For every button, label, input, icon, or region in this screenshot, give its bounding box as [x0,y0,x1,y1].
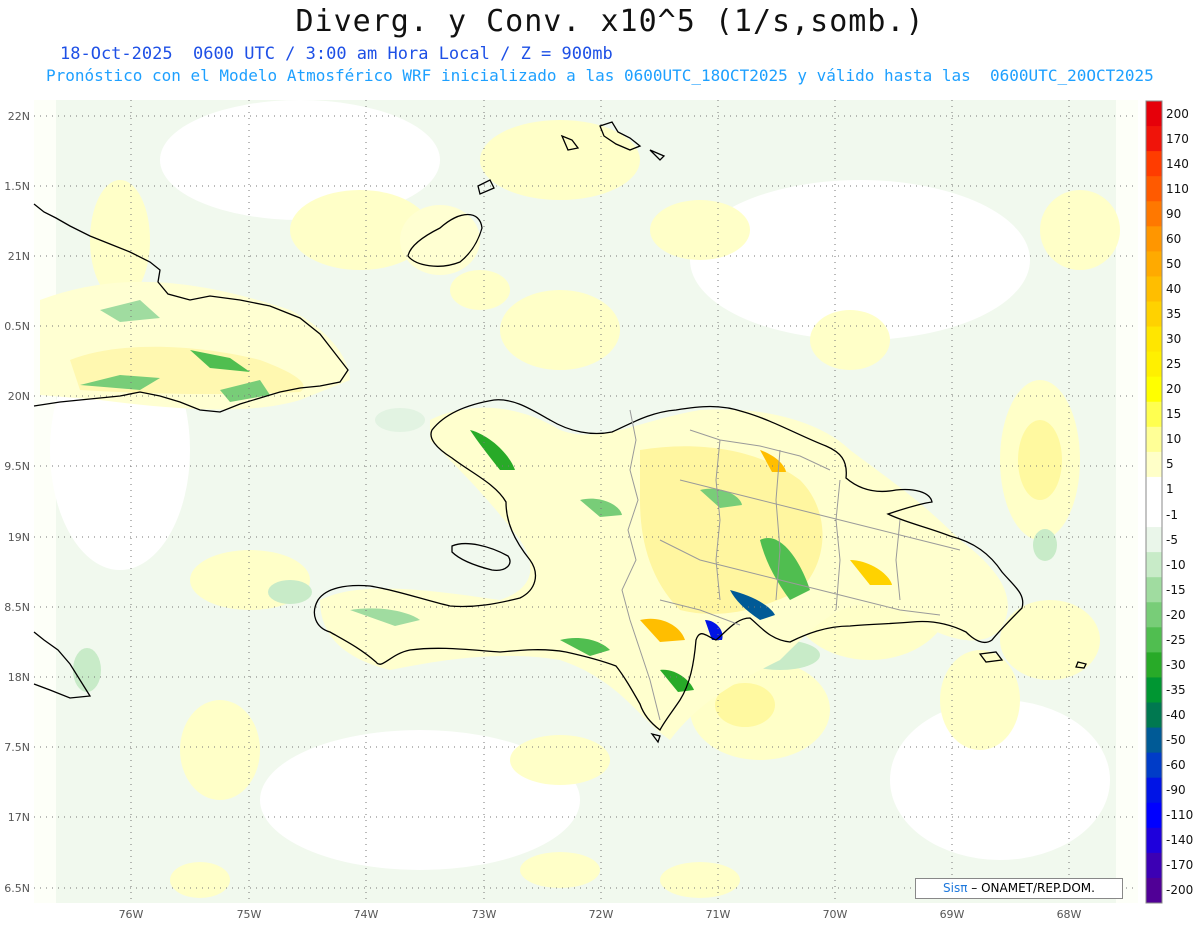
colorbar-label: 90 [1166,206,1182,221]
colorbar-label: -40 [1166,708,1186,723]
colorbar-swatch [1146,677,1162,703]
lat-label: 22N [8,110,30,123]
colorbar-swatch [1146,652,1162,678]
divergence-map: 22N 1.5N 21N 0.5N 20N 9.5N 19N 8.5N 18N … [4,100,1163,921]
lon-label: 69W [940,908,965,921]
colorbar-label: 25 [1166,357,1182,372]
lat-label: 21N [8,250,30,263]
lat-label: 18N [8,671,30,684]
colorbar-swatch [1146,201,1162,227]
colorbar-label: -110 [1166,808,1194,823]
colorbar-label: 30 [1166,332,1182,347]
colorbar-swatch [1146,426,1162,453]
colorbar-label: -35 [1166,682,1186,697]
lat-label: 17N [8,811,30,824]
colorbar-label: 200 [1166,106,1189,121]
colorbar-swatch [1146,827,1162,854]
lon-label: 70W [823,908,848,921]
colorbar-swatch [1146,502,1162,528]
colorbar-label: -15 [1166,582,1186,597]
colorbar-label: 20 [1166,382,1182,397]
credit-brand: Sisπ [943,881,968,895]
lon-label: 75W [237,908,262,921]
lat-label: 19N [8,531,30,544]
colorbar-swatch [1146,552,1162,578]
colorbar-swatch [1146,877,1162,904]
lon-label: 71W [706,908,731,921]
colorbar-swatch [1146,702,1162,729]
colorbar-swatch [1146,401,1162,428]
colorbar-swatch [1146,802,1162,829]
colorbar-swatch [1146,476,1162,503]
colorbar-label: 5 [1166,457,1174,472]
colorbar-label: 10 [1166,432,1182,447]
colorbar-swatch [1146,251,1162,277]
credit-box: Sisπ – ONAMET/REP.DOM. [915,878,1123,899]
colorbar-label: -10 [1166,557,1186,572]
colorbar-label: -200 [1166,883,1194,898]
colorbar-label: -90 [1166,783,1186,798]
colorbar-swatch [1146,577,1162,603]
colorbar-label: 50 [1166,256,1182,271]
colorbar-label: -1 [1166,507,1178,522]
lon-label: 74W [354,908,379,921]
credit-text: – ONAMET/REP.DOM. [967,881,1095,895]
lat-label: 7.5N [4,741,30,754]
colorbar-swatch [1146,602,1162,628]
lat-label: 20N [8,390,30,403]
colorbar-label: 140 [1166,156,1189,171]
colorbar-swatch [1146,326,1162,353]
lat-label: 8.5N [4,601,30,614]
colorbar-swatch [1146,176,1162,202]
lat-label: 9.5N [4,460,30,473]
longitude-labels: 76W 75W 74W 73W 72W 71W 70W 69W 68W [119,908,1082,921]
colorbar-swatch [1146,226,1162,252]
colorbar-swatch [1146,301,1162,328]
colorbar [1145,100,1163,904]
colorbar-label: 1 [1166,482,1174,497]
colorbar-swatch [1146,752,1162,779]
colorbar-swatch [1146,777,1162,804]
colorbar-swatch [1146,852,1162,879]
colorbar-label: 35 [1166,307,1182,322]
colorbar-label: 110 [1166,181,1189,196]
lon-label: 68W [1057,908,1082,921]
colorbar-label: -25 [1166,632,1186,647]
colorbar-label: 170 [1166,131,1189,146]
colorbar-swatch [1146,151,1162,177]
lon-label: 73W [472,908,497,921]
colorbar-label: 60 [1166,231,1182,246]
lon-label: 76W [119,908,144,921]
field-shading [40,100,1120,903]
colorbar-label: -30 [1166,657,1186,672]
colorbar-swatch [1146,376,1162,403]
colorbar-swatch [1146,101,1162,127]
colorbar-label: -5 [1166,532,1178,547]
lon-label: 72W [589,908,614,921]
colorbar-label: -50 [1166,733,1186,748]
colorbar-swatch [1146,126,1162,152]
colorbar-swatch [1146,351,1162,378]
colorbar-label: 40 [1166,281,1182,296]
colorbar-swatch [1146,276,1162,302]
lat-label: 6.5N [4,882,30,895]
colorbar-label: -140 [1166,833,1194,848]
colorbar-label: -20 [1166,607,1186,622]
colorbar-swatch [1146,727,1162,754]
colorbar-swatch [1146,451,1162,478]
lat-label: 0.5N [4,320,30,333]
colorbar-label: -60 [1166,758,1186,773]
colorbar-label: -170 [1166,858,1194,873]
colorbar-swatch [1146,627,1162,653]
latitude-labels: 22N 1.5N 21N 0.5N 20N 9.5N 19N 8.5N 18N … [4,110,30,895]
colorbar-swatch [1146,527,1162,553]
lat-label: 1.5N [4,180,30,193]
colorbar-label: 15 [1166,407,1182,422]
